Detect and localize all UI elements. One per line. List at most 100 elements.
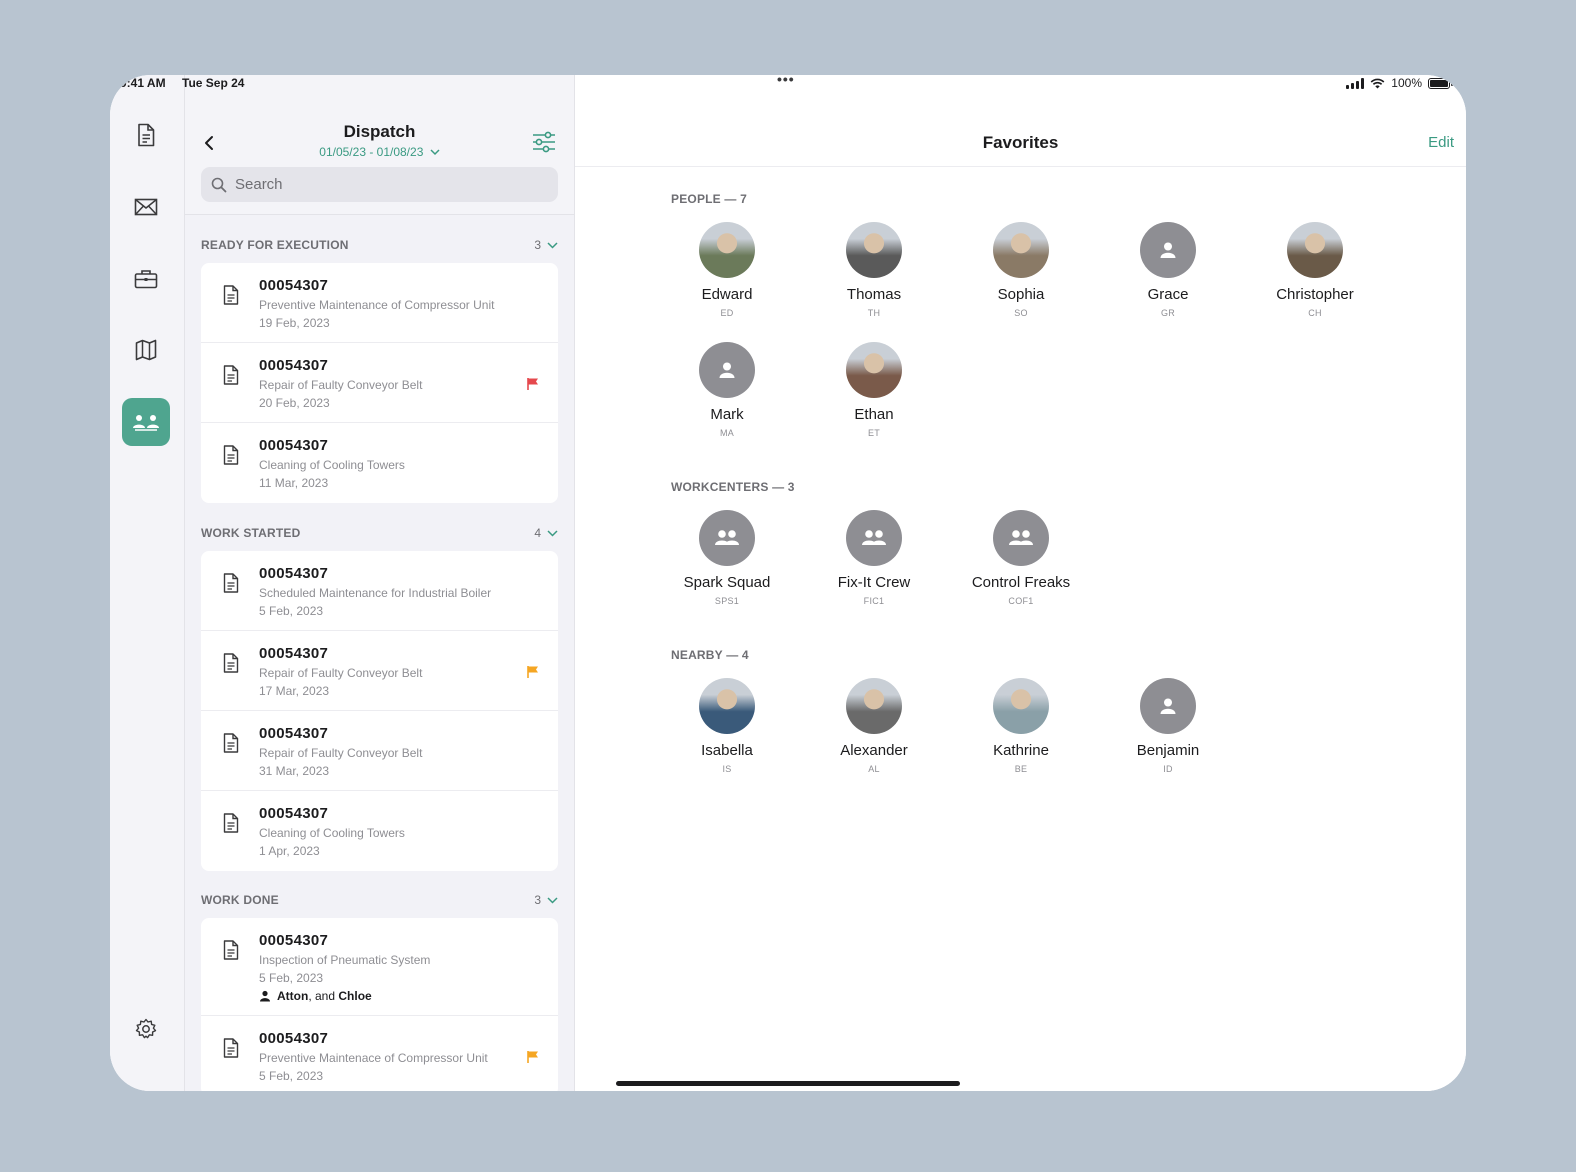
work-order-description: Cleaning of Cooling Towers: [259, 458, 405, 472]
person-tile[interactable]: Christopher CH: [1245, 222, 1385, 322]
status-date: Tue Sep 24: [182, 76, 245, 90]
work-order-description: Cleaning of Cooling Towers: [259, 826, 405, 840]
person-tile[interactable]: Alexander AL: [804, 678, 944, 778]
search-icon: [211, 177, 227, 192]
tile-code: AL: [868, 764, 880, 774]
work-order-date: 5 Feb, 2023: [259, 1069, 324, 1083]
workcenter-tile[interactable]: Control Freaks COF1: [951, 510, 1091, 610]
person-tile[interactable]: Grace GR: [1098, 222, 1238, 322]
person-tile[interactable]: Thomas TH: [804, 222, 944, 322]
assignee-name: Atton: [277, 989, 309, 1003]
work-order-row[interactable]: 00054307 Scheduled Maintenance for Indus…: [201, 551, 558, 631]
favorites-pane: Favorites Edit PEOPLE — 7 Edward ED Thomas…: [575, 75, 1466, 1091]
work-order-id: 00054307: [259, 437, 329, 454]
section-count[interactable]: 3: [534, 238, 558, 252]
section-header[interactable]: READY FOR EXECUTION 3: [201, 235, 558, 255]
work-order-row[interactable]: 00054307 Repair of Faulty Conveyor Belt …: [201, 711, 558, 791]
document-icon: [223, 940, 239, 960]
ipad-screen: 9:41 AM Tue Sep 24 ••• 100% Dispatch 01/…: [110, 75, 1466, 1091]
avatar: [1287, 222, 1343, 278]
dispatch-people-icon: [133, 415, 159, 431]
person-icon: [1160, 698, 1176, 714]
flag-icon: [527, 378, 538, 390]
work-order-list: 00054307 Preventive Maintenance of Compr…: [201, 263, 558, 503]
person-tile[interactable]: Edward ED: [657, 222, 797, 322]
work-order-list: 00054307 Inspection of Pneumatic System …: [201, 918, 558, 1091]
section-header[interactable]: WORK STARTED 4: [201, 523, 558, 543]
person-tile[interactable]: Mark MA: [657, 342, 797, 442]
section-title: WORK STARTED: [201, 526, 301, 540]
document-icon: [223, 445, 239, 465]
document-icon: [223, 653, 239, 673]
favorites-group-title: WORKCENTERS — 3: [671, 480, 795, 494]
favorites-title: Favorites: [982, 133, 1059, 152]
flag-icon: [527, 1051, 538, 1063]
search-input[interactable]: [235, 176, 535, 193]
list-title: Dispatch: [343, 122, 416, 141]
work-order-row[interactable]: 00054307 Preventive Maintenace of Compre…: [201, 1016, 558, 1091]
work-order-id: 00054307: [259, 277, 329, 294]
briefcase-icon: [134, 270, 158, 289]
documents-nav-button[interactable]: [122, 111, 170, 159]
avatar: [699, 678, 755, 734]
tile-code: ID: [1163, 764, 1173, 774]
edit-button[interactable]: Edit: [1428, 134, 1454, 151]
work-order-row[interactable]: 00054307 Cleaning of Cooling Towers 11 M…: [201, 423, 558, 503]
battery-icon: [1428, 77, 1453, 89]
document-icon: [223, 813, 239, 833]
avatar: [699, 222, 755, 278]
person-tile[interactable]: Kathrine BE: [951, 678, 1091, 778]
person-tile[interactable]: Isabella IS: [657, 678, 797, 778]
avatar-placeholder: [699, 342, 755, 398]
tile-code: MA: [719, 428, 735, 438]
list-header: Dispatch 01/05/23 - 01/08/23: [185, 75, 574, 215]
person-icon: [1160, 242, 1176, 258]
work-order-date: 17 Mar, 2023: [259, 684, 330, 698]
status-bar: 9:41 AM Tue Sep 24 ••• 100%: [110, 75, 1466, 93]
assigned-people: Atton, and Chloe: [259, 989, 372, 1003]
tile-name: Control Freaks: [971, 574, 1071, 591]
home-indicator[interactable]: [616, 1081, 960, 1086]
avatar-placeholder: [1140, 678, 1196, 734]
date-range-picker[interactable]: 01/05/23 - 01/08/23: [185, 145, 574, 159]
person-tile[interactable]: Benjamin ID: [1098, 678, 1238, 778]
avatar: [846, 222, 902, 278]
wifi-icon: [1370, 78, 1385, 88]
chevron-down-icon: [430, 149, 440, 156]
work-order-description: Preventive Maintenance of Compressor Uni…: [259, 298, 495, 312]
dispatch-nav-button[interactable]: [122, 398, 170, 446]
work-order-row[interactable]: 00054307 Repair of Faulty Conveyor Belt …: [201, 343, 558, 423]
document-icon: [223, 285, 239, 305]
map-nav-button[interactable]: [122, 326, 170, 374]
avatar-placeholder: [1140, 222, 1196, 278]
work-order-description: Repair of Faulty Conveyor Belt: [259, 378, 423, 392]
mail-nav-button[interactable]: [122, 183, 170, 231]
filter-button[interactable]: [532, 131, 556, 155]
work-order-row[interactable]: 00054307 Cleaning of Cooling Towers 1 Ap…: [201, 791, 558, 871]
work-order-row[interactable]: 00054307 Inspection of Pneumatic System …: [201, 918, 558, 1016]
work-order-row[interactable]: 00054307 Repair of Faulty Conveyor Belt …: [201, 631, 558, 711]
workcenter-tile[interactable]: Fix-It Crew FIC1: [804, 510, 944, 610]
group-icon: [1009, 530, 1033, 545]
tile-name: Alexander: [840, 742, 908, 759]
navigation-rail: [110, 75, 185, 1091]
section-count[interactable]: 4: [534, 526, 558, 540]
work-order-description: Repair of Faulty Conveyor Belt: [259, 746, 423, 760]
battery-percent: 100%: [1391, 76, 1422, 90]
person-tile[interactable]: Sophia SO: [951, 222, 1091, 322]
work-order-date: 31 Mar, 2023: [259, 764, 330, 778]
search-field[interactable]: [201, 167, 558, 202]
work-order-row[interactable]: 00054307 Preventive Maintenance of Compr…: [201, 263, 558, 343]
person-tile[interactable]: Ethan ET: [804, 342, 944, 442]
jobs-nav-button[interactable]: [122, 255, 170, 303]
tile-name: Edward: [701, 286, 753, 303]
settings-nav-button[interactable]: [122, 1005, 170, 1053]
workcenter-tile[interactable]: Spark Squad SPS1: [657, 510, 797, 610]
section-header[interactable]: WORK DONE 3: [201, 890, 558, 910]
multitasking-dots-icon[interactable]: •••: [777, 75, 795, 87]
work-order-description: Inspection of Pneumatic System: [259, 953, 431, 967]
work-order-id: 00054307: [259, 357, 329, 374]
section-count[interactable]: 3: [534, 893, 558, 907]
work-order-date: 1 Apr, 2023: [259, 844, 320, 858]
work-order-id: 00054307: [259, 645, 329, 662]
